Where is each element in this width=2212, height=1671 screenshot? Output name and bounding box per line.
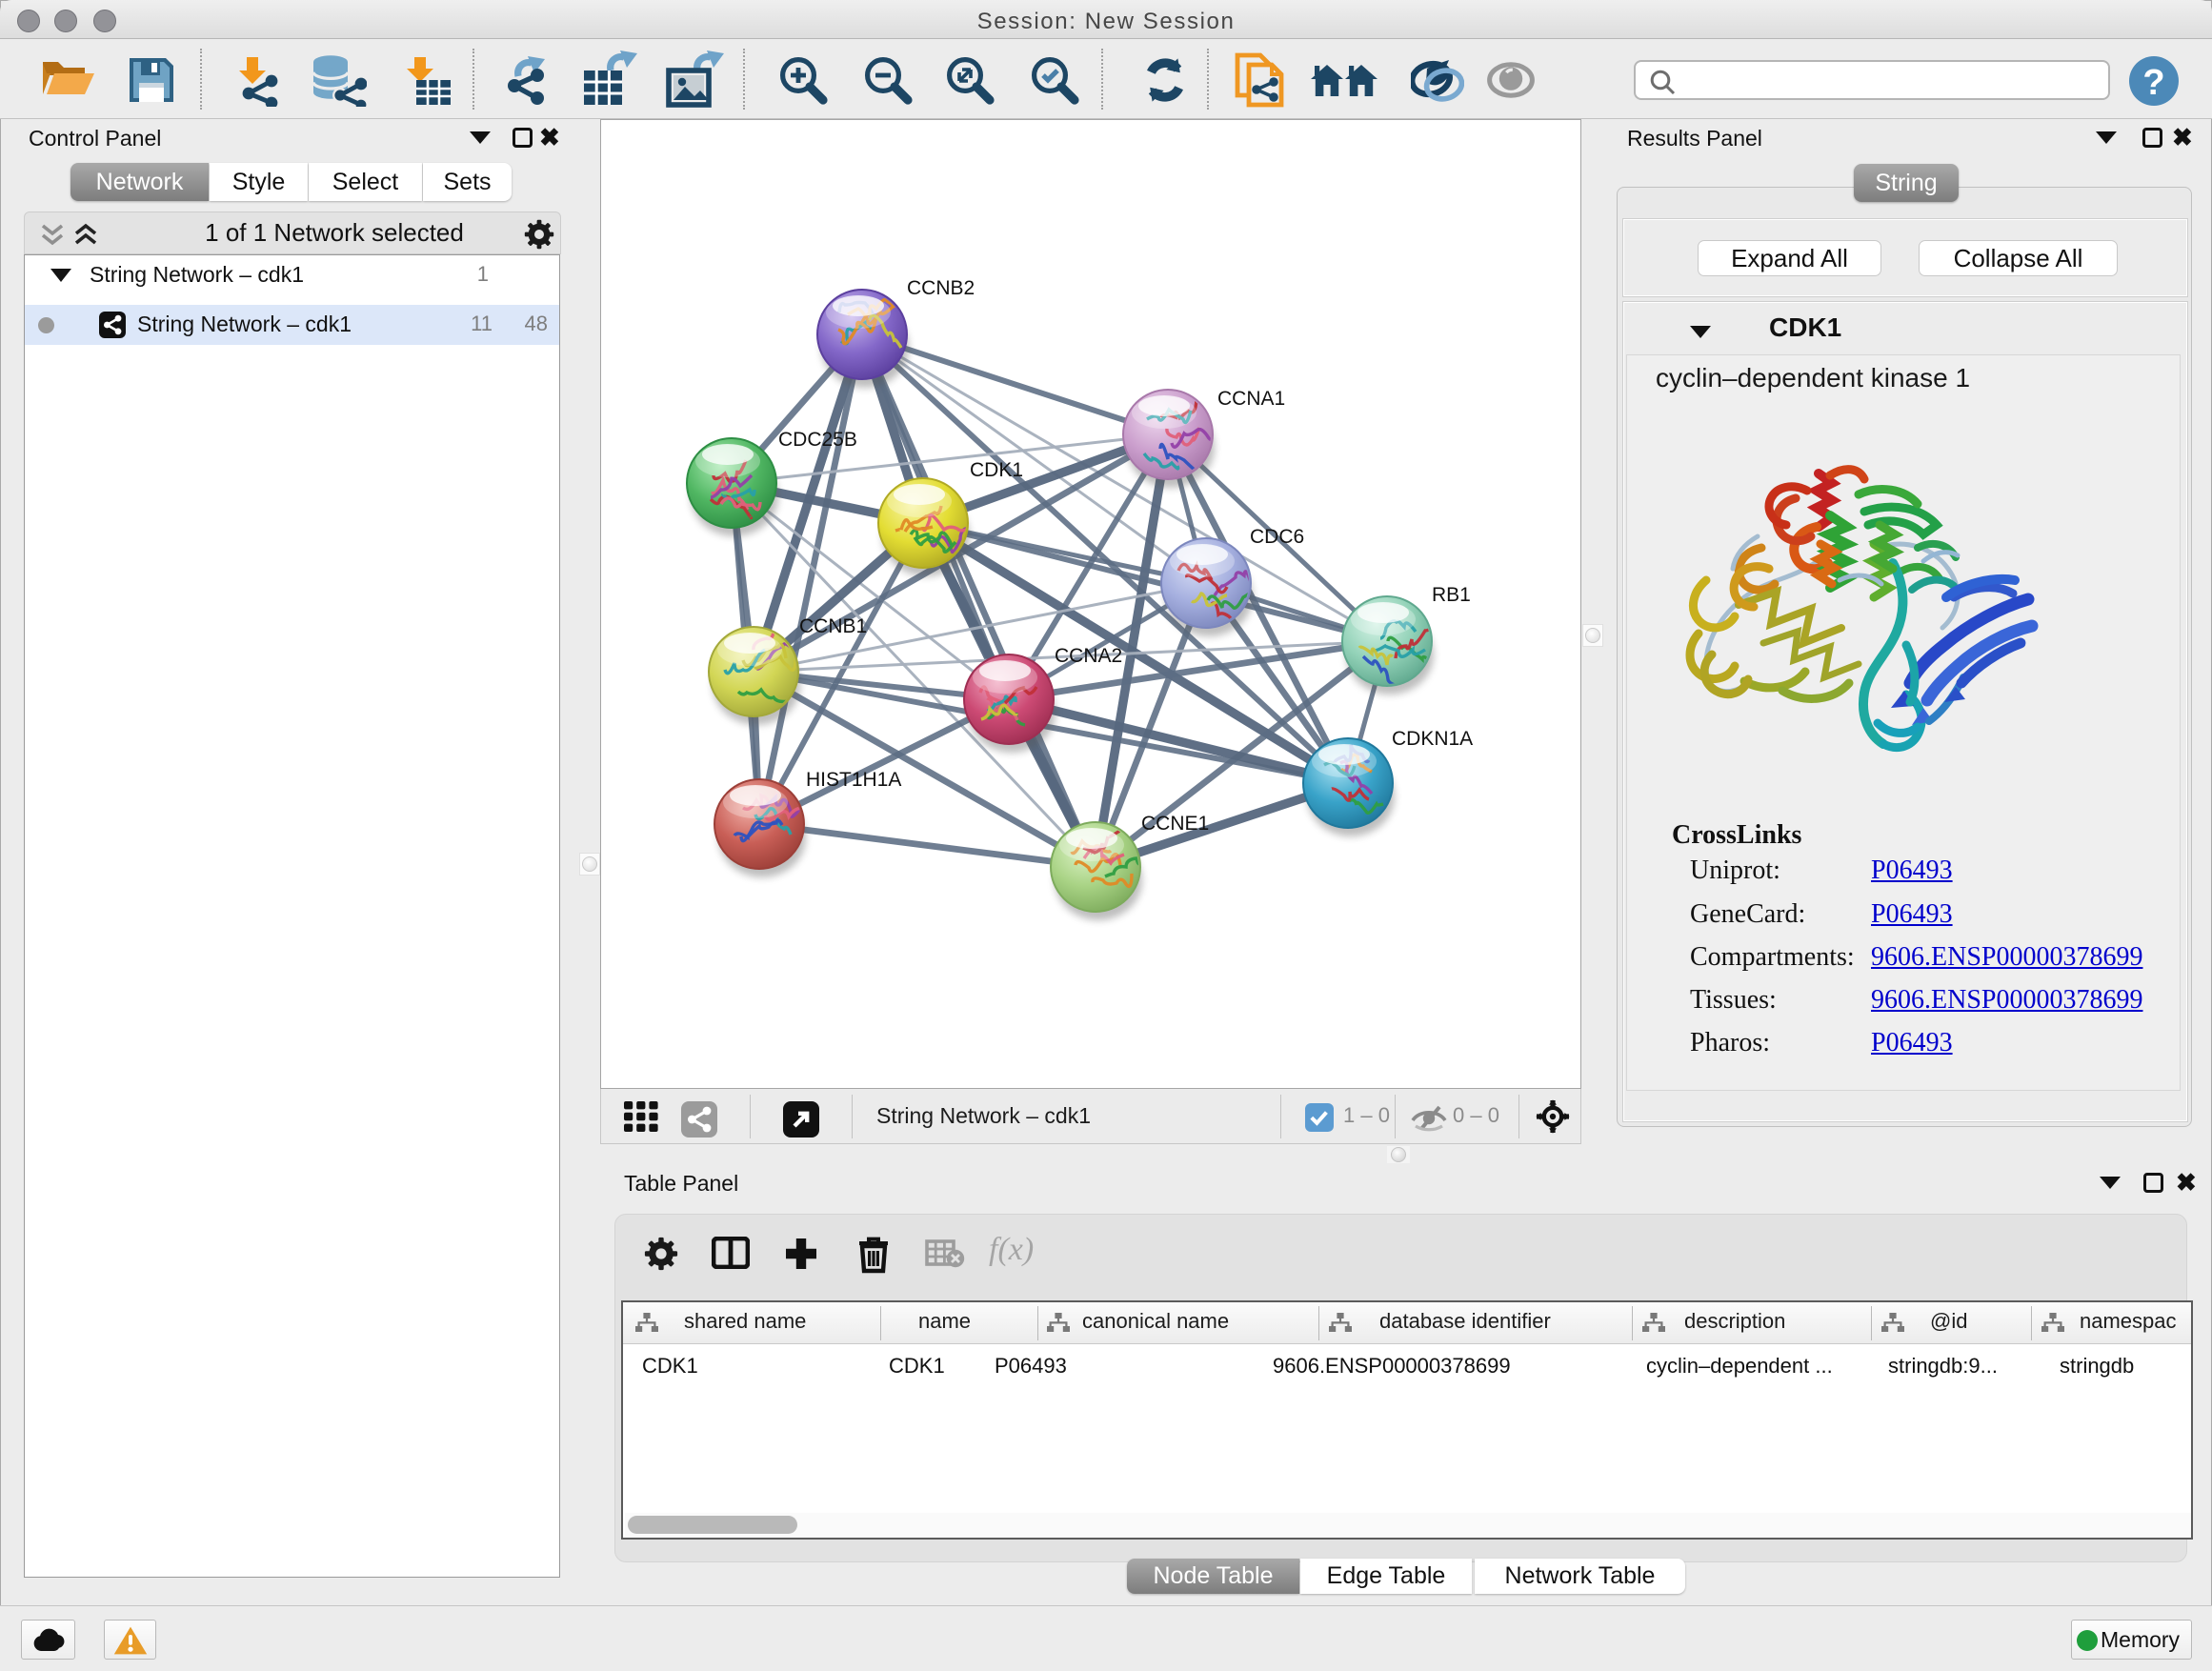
svg-text:CCNA1: CCNA1 [1217, 388, 1285, 410]
svg-text:CDKN1A: CDKN1A [1392, 728, 1473, 750]
svg-text:CDK1: CDK1 [970, 459, 1023, 481]
svg-text:HIST1H1A: HIST1H1A [806, 769, 901, 791]
svg-text:CDC6: CDC6 [1250, 526, 1304, 548]
svg-text:CDC25B: CDC25B [778, 429, 857, 451]
svg-text:?: ? [2142, 63, 2164, 103]
svg-text:CCNE1: CCNE1 [1141, 813, 1209, 835]
svg-text:RB1: RB1 [1432, 584, 1471, 606]
svg-text:CCNB1: CCNB1 [799, 615, 867, 637]
svg-text:CCNB2: CCNB2 [907, 277, 975, 299]
svg-text:CCNA2: CCNA2 [1055, 645, 1122, 667]
